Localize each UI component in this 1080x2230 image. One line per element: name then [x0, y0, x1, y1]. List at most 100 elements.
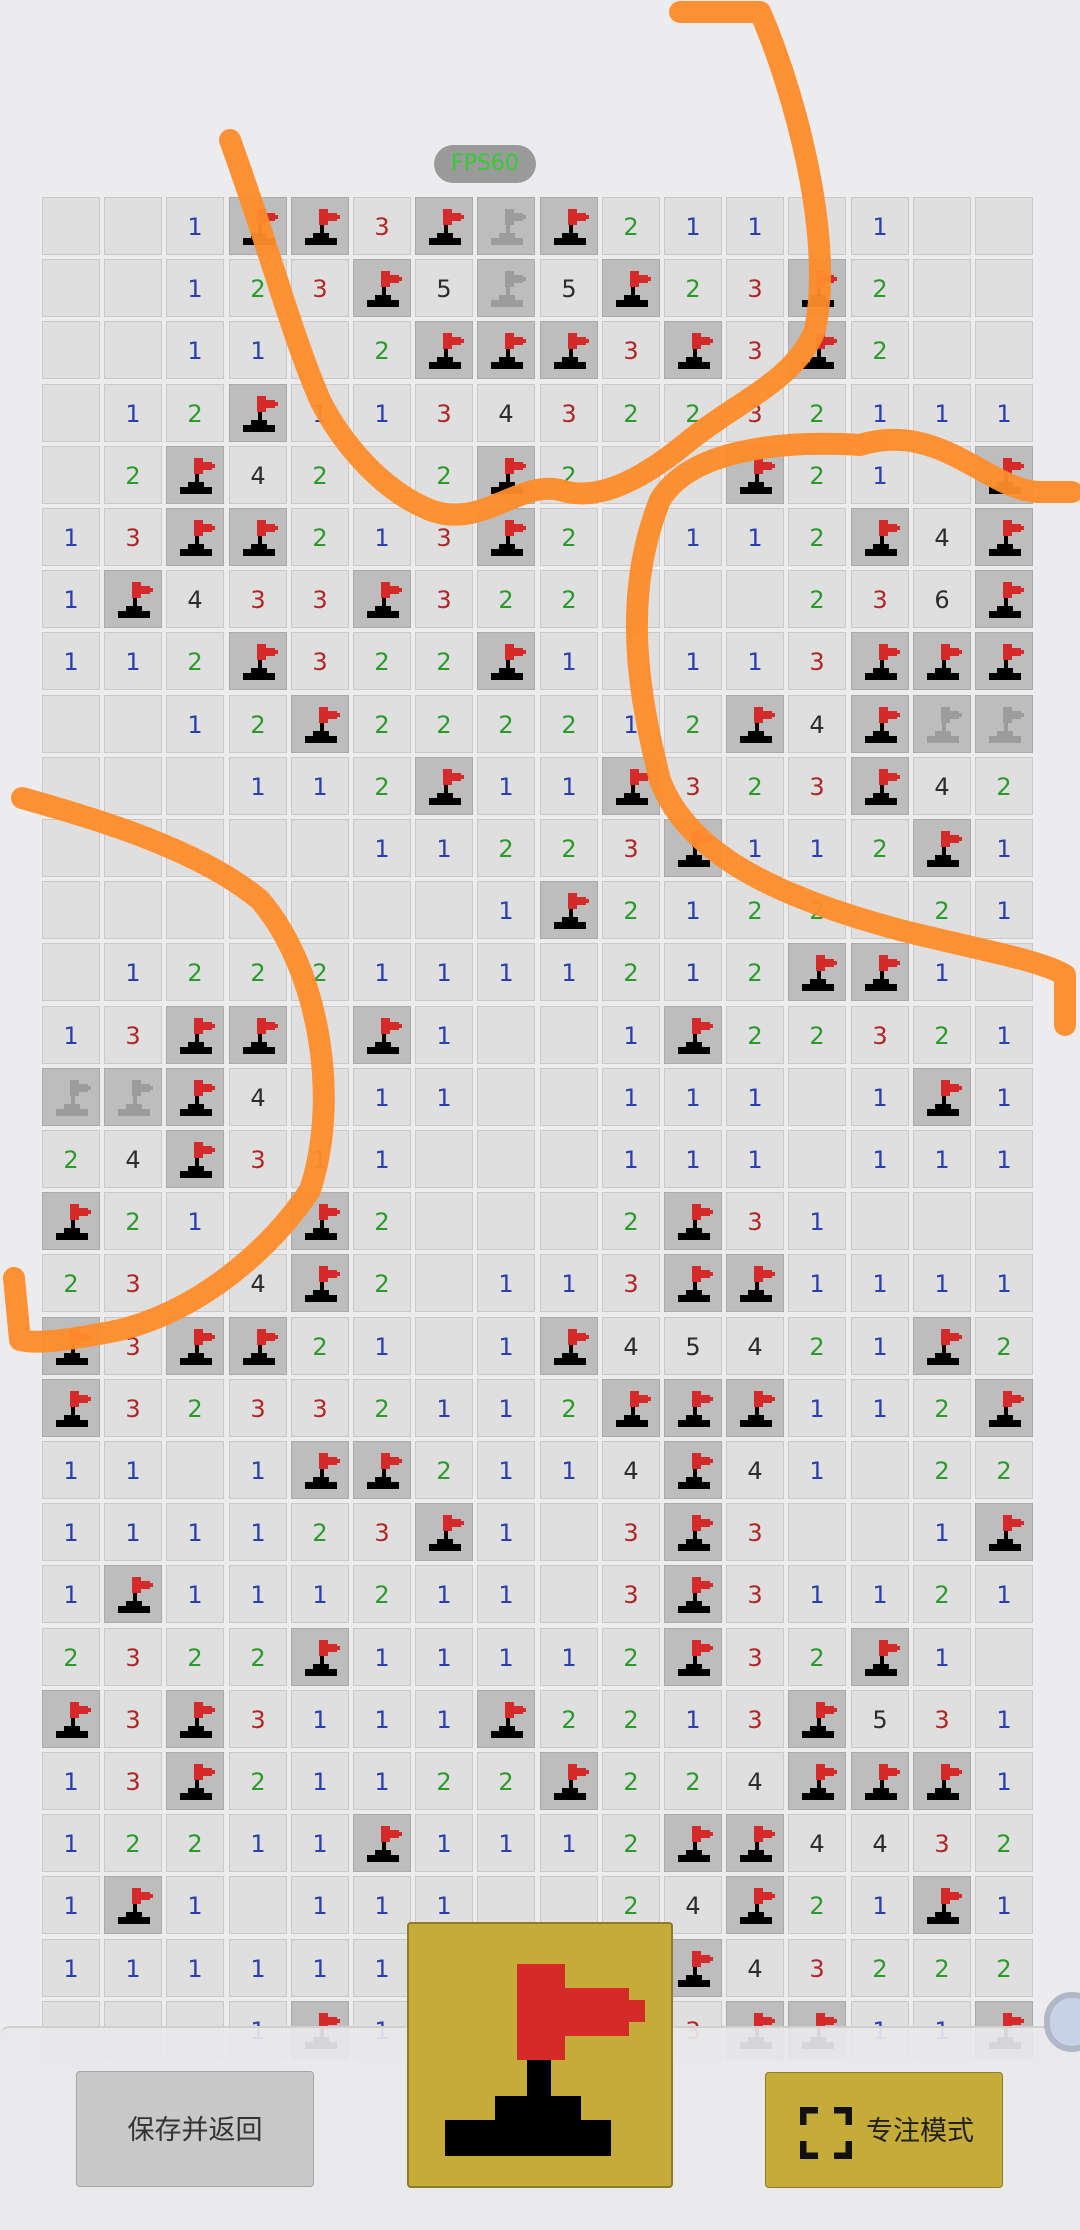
board-cell-flag[interactable] — [664, 321, 722, 379]
board-cell-flag[interactable] — [851, 1628, 909, 1686]
board-cell-number[interactable]: 1 — [104, 384, 162, 442]
board-cell-number[interactable]: 1 — [291, 757, 349, 815]
board-cell-flag[interactable] — [726, 446, 784, 504]
board-cell-flag[interactable] — [975, 446, 1033, 504]
board-cell-number[interactable]: 3 — [104, 1752, 162, 1810]
board-cell-empty[interactable] — [664, 570, 722, 628]
board-cell-number[interactable]: 1 — [975, 1690, 1033, 1748]
board-cell-flag[interactable] — [540, 1752, 598, 1810]
board-cell-empty[interactable] — [602, 570, 660, 628]
board-cell-number[interactable]: 2 — [913, 881, 971, 939]
board-cell-number[interactable]: 3 — [726, 1690, 784, 1748]
board-cell-number[interactable]: 2 — [602, 1752, 660, 1810]
board-cell-flag[interactable] — [726, 1254, 784, 1312]
board-cell-flag[interactable] — [229, 508, 287, 566]
board-cell-number[interactable]: 3 — [104, 1254, 162, 1312]
board-cell-number[interactable]: 2 — [166, 632, 224, 690]
board-cell-flag[interactable] — [353, 570, 411, 628]
board-cell-number[interactable]: 1 — [788, 1192, 846, 1250]
board-cell-number[interactable]: 1 — [166, 1876, 224, 1934]
board-cell-flag[interactable] — [913, 1752, 971, 1810]
board-cell-number[interactable]: 4 — [104, 1130, 162, 1188]
board-cell-number[interactable]: 3 — [726, 1503, 784, 1561]
board-cell-flag[interactable] — [166, 446, 224, 504]
board-cell-flag[interactable] — [166, 1752, 224, 1810]
board-cell-number[interactable]: 2 — [415, 1752, 473, 1810]
board-cell-number[interactable]: 3 — [104, 1628, 162, 1686]
board-cell-number[interactable]: 4 — [477, 384, 535, 442]
board-cell-number[interactable]: 1 — [229, 1814, 287, 1872]
board-cell-number[interactable]: 1 — [851, 446, 909, 504]
flag-mode-button[interactable] — [407, 1922, 673, 2188]
board-cell-number[interactable]: 1 — [788, 1441, 846, 1499]
board-cell-empty[interactable] — [477, 1130, 535, 1188]
board-cell-flag[interactable] — [353, 1006, 411, 1064]
board-cell-number[interactable]: 2 — [229, 1752, 287, 1810]
board-cell-number[interactable]: 5 — [540, 259, 598, 317]
board-cell-number[interactable]: 1 — [42, 1565, 100, 1623]
board-cell-empty[interactable] — [166, 1254, 224, 1312]
board-cell-empty[interactable] — [229, 1876, 287, 1934]
board-cell-flag[interactable] — [602, 259, 660, 317]
board-cell-number[interactable]: 1 — [415, 1628, 473, 1686]
board-cell-flag[interactable] — [788, 321, 846, 379]
board-cell-number[interactable]: 2 — [975, 757, 1033, 815]
board-cell-empty[interactable] — [42, 259, 100, 317]
board-cell-flag[interactable] — [851, 943, 909, 1001]
board-cell-number[interactable]: 2 — [975, 1814, 1033, 1872]
board-cell-number[interactable]: 5 — [415, 259, 473, 317]
board-cell-flag[interactable] — [913, 632, 971, 690]
board-cell-number[interactable]: 1 — [104, 943, 162, 1001]
board-cell-number[interactable]: 1 — [166, 1939, 224, 1997]
board-cell-number[interactable]: 3 — [602, 1503, 660, 1561]
board-cell-number[interactable]: 1 — [42, 1876, 100, 1934]
board-cell-empty[interactable] — [975, 943, 1033, 1001]
board-cell-number[interactable]: 3 — [291, 1379, 349, 1437]
board-cell-empty[interactable] — [913, 197, 971, 255]
board-cell-empty[interactable] — [104, 695, 162, 753]
board-cell-empty[interactable] — [42, 384, 100, 442]
board-cell-flag[interactable] — [42, 1068, 100, 1126]
board-cell-empty[interactable] — [975, 1192, 1033, 1250]
board-cell-number[interactable]: 2 — [851, 819, 909, 877]
board-cell-number[interactable]: 1 — [726, 1130, 784, 1188]
board-cell-flag[interactable] — [353, 1441, 411, 1499]
board-cell-flag[interactable] — [975, 1503, 1033, 1561]
board-cell-number[interactable]: 2 — [788, 1006, 846, 1064]
board-cell-flag[interactable] — [540, 321, 598, 379]
board-cell-number[interactable]: 1 — [975, 384, 1033, 442]
board-cell-number[interactable]: 2 — [540, 1379, 598, 1437]
board-cell-empty[interactable] — [42, 819, 100, 877]
board-cell-empty[interactable] — [291, 321, 349, 379]
board-cell-number[interactable]: 2 — [477, 819, 535, 877]
board-cell-number[interactable]: 3 — [788, 1939, 846, 1997]
board-cell-empty[interactable] — [104, 757, 162, 815]
board-cell-number[interactable]: 2 — [353, 1379, 411, 1437]
board-cell-number[interactable]: 2 — [851, 1939, 909, 1997]
board-cell-number[interactable]: 1 — [229, 321, 287, 379]
board-cell-flag[interactable] — [664, 1379, 722, 1437]
board-cell-flag[interactable] — [540, 1317, 598, 1375]
board-cell-flag[interactable] — [291, 1254, 349, 1312]
board-cell-number[interactable]: 1 — [664, 1068, 722, 1126]
board-cell-flag[interactable] — [104, 1565, 162, 1623]
board-cell-number[interactable]: 1 — [415, 1690, 473, 1748]
board-cell-empty[interactable] — [166, 881, 224, 939]
board-cell-number[interactable]: 1 — [851, 1254, 909, 1312]
board-cell-number[interactable]: 3 — [602, 1254, 660, 1312]
board-cell-number[interactable]: 3 — [726, 384, 784, 442]
board-cell-number[interactable]: 3 — [664, 757, 722, 815]
board-cell-empty[interactable] — [229, 819, 287, 877]
board-cell-number[interactable]: 1 — [166, 321, 224, 379]
board-cell-number[interactable]: 3 — [104, 1317, 162, 1375]
board-cell-empty[interactable] — [913, 259, 971, 317]
board-cell-number[interactable]: 1 — [851, 1130, 909, 1188]
board-cell-number[interactable]: 1 — [851, 1565, 909, 1623]
board-cell-number[interactable]: 4 — [913, 508, 971, 566]
board-cell-number[interactable]: 3 — [104, 1379, 162, 1437]
board-cell-number[interactable]: 2 — [353, 321, 411, 379]
board-cell-number[interactable]: 1 — [664, 508, 722, 566]
board-cell-number[interactable]: 1 — [602, 695, 660, 753]
board-cell-number[interactable]: 2 — [42, 1130, 100, 1188]
board-cell-number[interactable]: 3 — [602, 321, 660, 379]
